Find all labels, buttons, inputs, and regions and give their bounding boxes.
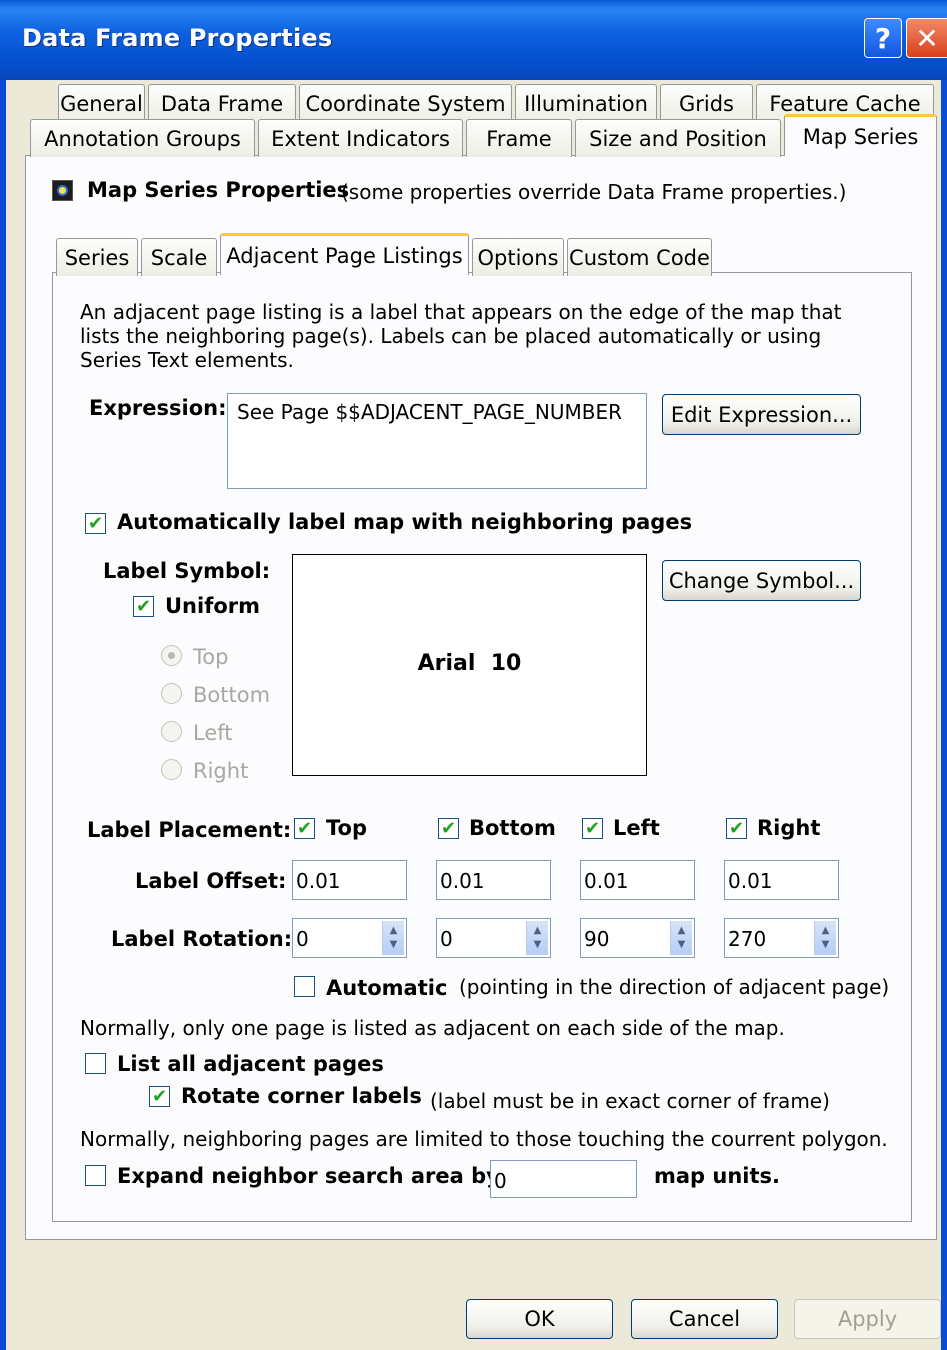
offset-bottom-input[interactable]: 0.01 bbox=[436, 860, 551, 900]
symbol-preview: Arial 10 bbox=[292, 554, 647, 776]
window-frame-left bbox=[0, 80, 6, 1350]
placement-bottom-checkbox[interactable]: ✔ bbox=[438, 818, 459, 839]
expand-input[interactable]: 0 bbox=[490, 1160, 637, 1198]
rotation-top-spinner[interactable]: ▲ ▼ bbox=[382, 921, 404, 955]
tab-series[interactable]: Series bbox=[56, 238, 138, 276]
rotation-top-value: 0 bbox=[296, 927, 309, 951]
change-symbol-button[interactable]: Change Symbol... bbox=[662, 560, 861, 601]
tab-coordinate-system[interactable]: Coordinate System bbox=[299, 84, 512, 122]
radio-top-label: Top bbox=[193, 645, 229, 669]
auto-label-checkbox[interactable]: ✔ bbox=[85, 513, 106, 534]
placement-left-label: Left bbox=[613, 816, 660, 840]
radio-left bbox=[161, 721, 182, 742]
rotate-corner-note: (label must be in exact corner of frame) bbox=[430, 1089, 830, 1113]
rotation-bottom-input[interactable]: 0 ▲ ▼ bbox=[436, 918, 551, 958]
note-neighbors: Normally, neighboring pages are limited … bbox=[80, 1127, 888, 1151]
rotation-right-spinner[interactable]: ▲ ▼ bbox=[814, 921, 836, 955]
expand-label: Expand neighbor search area by bbox=[117, 1164, 500, 1188]
label-symbol-label: Label Symbol: bbox=[103, 559, 271, 583]
list-all-label: List all adjacent pages bbox=[117, 1052, 384, 1076]
radio-top bbox=[161, 645, 182, 666]
tab-size-and-position[interactable]: Size and Position bbox=[575, 119, 781, 157]
expression-textbox[interactable]: See Page $$ADJACENT_PAGE_NUMBER bbox=[227, 393, 647, 489]
automatic-checkbox[interactable] bbox=[294, 976, 315, 997]
tab-data-frame[interactable]: Data Frame bbox=[148, 84, 296, 122]
edit-expression-button[interactable]: Edit Expression... bbox=[662, 394, 861, 435]
placement-bottom-label: Bottom bbox=[469, 816, 556, 840]
rotation-right-value: 270 bbox=[728, 927, 767, 951]
tab-scale[interactable]: Scale bbox=[141, 238, 217, 276]
radio-left-label: Left bbox=[193, 721, 233, 745]
rotation-bottom-spinner[interactable]: ▲ ▼ bbox=[526, 921, 548, 955]
cancel-button[interactable]: Cancel bbox=[631, 1299, 778, 1339]
label-rotation-label: Label Rotation: bbox=[111, 927, 293, 951]
note-one-page: Normally, only one page is listed as adj… bbox=[80, 1016, 785, 1040]
close-button[interactable]: ✕ bbox=[906, 18, 947, 58]
tab-options[interactable]: Options bbox=[472, 238, 564, 276]
list-all-checkbox[interactable] bbox=[85, 1053, 106, 1074]
automatic-note: (pointing in the direction of adjacent p… bbox=[459, 975, 890, 999]
automatic-label: Automatic bbox=[326, 976, 448, 1000]
label-offset-label: Label Offset: bbox=[135, 869, 287, 893]
rotate-corner-label: Rotate corner labels bbox=[181, 1084, 422, 1108]
tab-general[interactable]: General bbox=[58, 84, 145, 122]
radio-bottom-label: Bottom bbox=[193, 683, 271, 707]
map-series-title: Map Series Properties bbox=[87, 178, 350, 202]
tab-grids[interactable]: Grids bbox=[660, 84, 753, 122]
label-placement-label: Label Placement: bbox=[87, 818, 292, 842]
tab-adjacent-page-listings[interactable]: Adjacent Page Listings bbox=[220, 233, 469, 275]
window-title: Data Frame Properties bbox=[22, 24, 333, 52]
expression-label: Expression: bbox=[89, 396, 227, 420]
tab-extent-indicators[interactable]: Extent Indicators bbox=[258, 119, 463, 157]
rotation-left-value: 90 bbox=[584, 927, 610, 951]
placement-top-checkbox[interactable]: ✔ bbox=[294, 818, 315, 839]
offset-left-input[interactable]: 0.01 bbox=[580, 860, 695, 900]
rotation-bottom-value: 0 bbox=[440, 927, 453, 951]
map-series-note: (some properties override Data Frame pro… bbox=[341, 180, 847, 204]
adjacent-description: An adjacent page listing is a label that… bbox=[80, 300, 842, 372]
offset-top-input[interactable]: 0.01 bbox=[292, 860, 407, 900]
apply-button[interactable]: Apply bbox=[794, 1299, 941, 1339]
offset-right-input[interactable]: 0.01 bbox=[724, 860, 839, 900]
map-series-icon bbox=[52, 180, 73, 201]
ok-button[interactable]: OK bbox=[466, 1299, 613, 1339]
map-units-label: map units. bbox=[654, 1164, 781, 1188]
radio-right-label: Right bbox=[193, 759, 249, 783]
rotation-top-input[interactable]: 0 ▲ ▼ bbox=[292, 918, 407, 958]
rotation-left-input[interactable]: 90 ▲ ▼ bbox=[580, 918, 695, 958]
help-button[interactable]: ? bbox=[864, 18, 902, 58]
rotate-corner-checkbox[interactable]: ✔ bbox=[149, 1086, 170, 1107]
radio-right bbox=[161, 759, 182, 780]
tab-frame[interactable]: Frame bbox=[466, 119, 572, 157]
symbol-preview-text: Arial 10 bbox=[417, 651, 522, 676]
uniform-checkbox[interactable]: ✔ bbox=[133, 596, 154, 617]
tab-custom-code[interactable]: Custom Code bbox=[567, 238, 712, 276]
tab-illumination[interactable]: Illumination bbox=[515, 84, 657, 122]
rotation-left-spinner[interactable]: ▲ ▼ bbox=[670, 921, 692, 955]
placement-top-label: Top bbox=[326, 816, 367, 840]
radio-bottom bbox=[161, 683, 182, 704]
placement-right-checkbox[interactable]: ✔ bbox=[726, 818, 747, 839]
tab-annotation-groups[interactable]: Annotation Groups bbox=[30, 119, 255, 157]
uniform-label: Uniform bbox=[165, 594, 261, 618]
placement-right-label: Right bbox=[757, 816, 821, 840]
auto-label-text: Automatically label map with neighboring… bbox=[117, 510, 693, 534]
expand-checkbox[interactable] bbox=[85, 1165, 106, 1186]
window-frame-right bbox=[941, 80, 947, 1350]
tab-map-series[interactable]: Map Series bbox=[784, 114, 937, 156]
placement-left-checkbox[interactable]: ✔ bbox=[582, 818, 603, 839]
rotation-right-input[interactable]: 270 ▲ ▼ bbox=[724, 918, 839, 958]
